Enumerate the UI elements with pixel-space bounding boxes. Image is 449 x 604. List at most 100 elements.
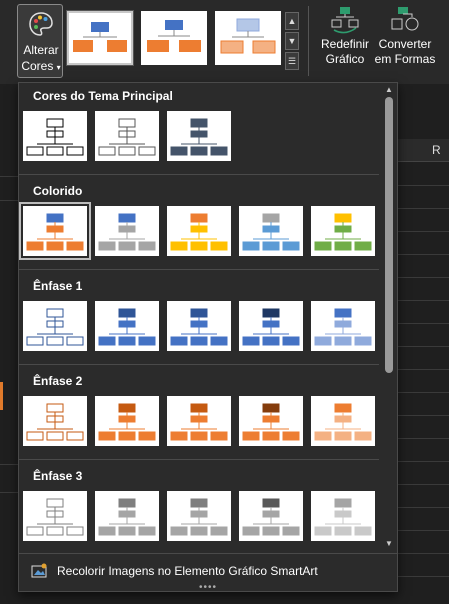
org-child-box	[190, 241, 208, 251]
section-divider	[19, 459, 379, 460]
color-option-thumb[interactable]	[23, 396, 87, 446]
recolor-pictures-item[interactable]: Recolorir Imagens no Elemento Gráfico Sm…	[19, 553, 397, 593]
org-child-box	[66, 431, 84, 441]
selection-marker	[0, 382, 3, 410]
org-child-box	[190, 431, 208, 441]
color-option-thumb[interactable]	[167, 491, 231, 541]
color-option-thumb[interactable]	[239, 301, 303, 351]
org-chart-graphic	[314, 403, 372, 441]
color-option-thumb[interactable]	[311, 396, 375, 446]
org-top-box	[118, 403, 136, 413]
org-child-box	[190, 526, 208, 536]
org-chart-graphic	[98, 403, 156, 441]
org-child-box	[354, 336, 372, 346]
convert-label-2: em Formas	[374, 52, 436, 66]
row-strip	[0, 84, 18, 604]
chevron-down-icon: ▾	[56, 63, 61, 72]
org-child-box	[210, 526, 228, 536]
org-child-box	[170, 336, 188, 346]
style-thumb-2[interactable]	[141, 11, 207, 65]
org-top-box	[46, 118, 64, 128]
color-option-thumb[interactable]	[239, 491, 303, 541]
color-option-thumb[interactable]	[311, 301, 375, 351]
org-chart-graphic	[314, 308, 372, 346]
more-icon[interactable]: ☰	[285, 52, 299, 70]
color-option-thumb[interactable]	[95, 396, 159, 446]
org-child-box	[66, 526, 84, 536]
org-child-box	[242, 431, 260, 441]
org-child-box	[314, 336, 332, 346]
color-option-thumb[interactable]	[167, 396, 231, 446]
org-top-box	[190, 498, 208, 508]
reset-graphic-button[interactable]: Redefinir Gráfico	[318, 6, 372, 67]
scrollbar-thumb[interactable]	[385, 97, 393, 373]
color-option-thumb[interactable]	[95, 111, 159, 161]
style-thumb-3-graphic	[220, 18, 276, 54]
org-child-box	[118, 526, 136, 536]
up-arrow-icon[interactable]: ▲	[285, 12, 299, 30]
change-colors-label-2: Cores ▾	[21, 59, 61, 73]
recolor-picture-icon	[31, 563, 47, 578]
change-colors-button[interactable]: Alterar Cores ▾	[17, 4, 63, 78]
org-chart-graphic	[170, 498, 228, 536]
color-option-thumb[interactable]	[23, 491, 87, 541]
style-thumb-1-graphic	[73, 22, 127, 52]
section-divider	[19, 269, 379, 270]
org-top-box	[190, 213, 208, 223]
grid-line	[398, 553, 449, 554]
resize-grip-icon[interactable]: ••••	[199, 582, 217, 593]
org-child-box	[98, 431, 116, 441]
scroll-up-icon[interactable]: ▲	[384, 85, 394, 95]
org-child-box	[26, 241, 44, 251]
style-thumb-1[interactable]	[66, 10, 134, 66]
color-option-thumb[interactable]	[167, 111, 231, 161]
ribbon-separator	[308, 6, 309, 76]
color-option-thumb[interactable]	[95, 206, 159, 256]
color-option-thumb[interactable]	[311, 206, 375, 256]
color-option-thumb[interactable]	[23, 301, 87, 351]
color-option-thumb[interactable]	[167, 301, 231, 351]
org-child-box	[314, 526, 332, 536]
org-chart-graphic	[98, 213, 156, 251]
row-line	[0, 464, 18, 465]
org-child-box	[46, 241, 64, 251]
org-top-box	[46, 403, 64, 413]
org-child-box	[354, 526, 372, 536]
dropdown-scrollbar[interactable]: ▲ ▼	[381, 83, 397, 553]
grid-line	[398, 346, 449, 347]
color-option-thumb[interactable]	[95, 491, 159, 541]
org-chart-graphic	[170, 403, 228, 441]
org-top-box	[118, 213, 136, 223]
grid-line	[398, 484, 449, 485]
down-arrow-icon[interactable]: ▼	[285, 32, 299, 50]
org-child-box	[262, 431, 280, 441]
org-child-box	[282, 431, 300, 441]
org-top-box	[118, 118, 136, 128]
color-option-thumb[interactable]	[239, 206, 303, 256]
org-child-box	[66, 241, 84, 251]
convert-to-shapes-button[interactable]: Converter em Formas	[374, 6, 436, 67]
column-header-r[interactable]: R	[398, 139, 449, 162]
org-child-box	[262, 336, 280, 346]
org-child-box	[46, 526, 64, 536]
org-child-box	[190, 336, 208, 346]
org-top-box	[190, 118, 208, 128]
org-top-box	[262, 213, 280, 223]
org-child-box	[334, 431, 352, 441]
scroll-down-icon[interactable]: ▼	[384, 539, 394, 549]
color-option-thumb[interactable]	[167, 206, 231, 256]
color-option-thumb[interactable]	[239, 396, 303, 446]
org-chart-graphic	[26, 213, 84, 251]
row-line	[0, 176, 18, 177]
color-option-thumb[interactable]	[19, 202, 91, 260]
org-child-box	[170, 146, 188, 156]
org-chart-graphic	[26, 118, 84, 156]
style-thumb-3[interactable]	[215, 11, 281, 65]
org-top-box	[334, 213, 352, 223]
color-option-thumb[interactable]	[311, 491, 375, 541]
row-line	[0, 492, 18, 493]
grid-line	[398, 277, 449, 278]
color-option-thumb[interactable]	[95, 301, 159, 351]
color-option-thumb[interactable]	[23, 111, 87, 161]
org-child-box	[66, 146, 84, 156]
